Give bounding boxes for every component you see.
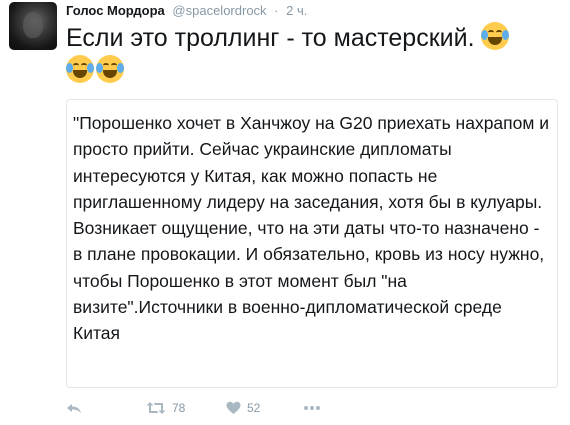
quoted-tweet[interactable]: "Порошенко хочет в Ханчжоу на G20 приеха…: [66, 99, 558, 388]
like-button[interactable]: 52: [226, 398, 260, 418]
tweet-text-content: Если это троллинг - то мастерский.: [66, 24, 475, 52]
face-with-tears-of-joy-icon: [96, 55, 124, 83]
separator-dot: ·: [274, 3, 279, 18]
username[interactable]: @spacelordrock: [172, 3, 266, 18]
avatar[interactable]: [9, 2, 57, 50]
reply-button[interactable]: [66, 398, 82, 418]
heart-icon: [226, 401, 241, 414]
face-with-tears-of-joy-icon: [481, 22, 510, 50]
tweet-text: Если это троллинг - то мастерский.: [66, 22, 556, 88]
quoted-tweet-text: "Порошенко хочет в Ханчжоу на G20 приеха…: [73, 113, 550, 344]
retweet-button[interactable]: 78: [146, 398, 185, 418]
display-name[interactable]: Голос Мордора: [66, 3, 165, 18]
tweet: Голос Мордора @spacelordrock · 2 ч. Если…: [0, 0, 570, 425]
more-button[interactable]: [303, 398, 321, 418]
more-dots-icon: [304, 406, 320, 410]
retweet-count: 78: [172, 401, 186, 415]
like-count: 52: [247, 401, 261, 415]
retweet-icon: [146, 402, 166, 414]
tweet-header: Голос Мордора @spacelordrock · 2 ч.: [66, 3, 307, 18]
timestamp[interactable]: 2 ч.: [286, 3, 307, 18]
reply-icon: [67, 404, 81, 414]
face-with-tears-of-joy-icon: [66, 55, 94, 83]
